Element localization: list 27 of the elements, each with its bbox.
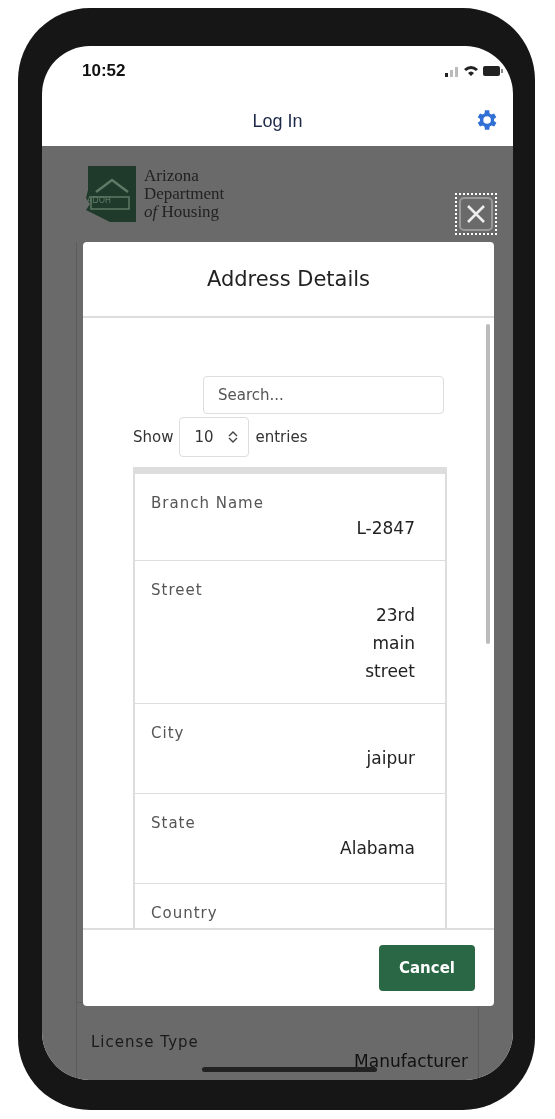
status-time: 10:52 [82,61,126,81]
logo-text: of Housing [144,203,220,221]
status-icons [445,64,503,78]
search-field[interactable]: Search... [203,376,444,414]
sort-icon [228,431,239,443]
scrollbar[interactable] [486,324,490,644]
row-label: Street [151,581,204,599]
header-title: Log In [252,110,303,132]
dialog-title: Address Details [206,267,371,291]
logo-text: Department [144,185,225,203]
row-value: 23rd main street [364,604,415,683]
entries-label: entries [255,428,308,446]
cancel-button[interactable]: Cancel [379,945,475,991]
show-label: Show [133,428,174,446]
close-button[interactable] [459,197,493,231]
row-label: Branch Name [151,494,265,512]
row-label: City [151,724,186,742]
page-size-select[interactable]: 10 [179,417,250,457]
row-value: jaipur [366,747,415,770]
row-label: Country [151,904,219,922]
field-label: License Type [91,1033,200,1051]
close-icon [465,203,487,225]
row-value: Alabama [340,837,415,860]
row-label: State [151,814,197,832]
row-value: L-2847 [356,517,415,540]
logo-text: Arizona [144,167,200,185]
field-value: Manufacturer [354,1051,468,1071]
